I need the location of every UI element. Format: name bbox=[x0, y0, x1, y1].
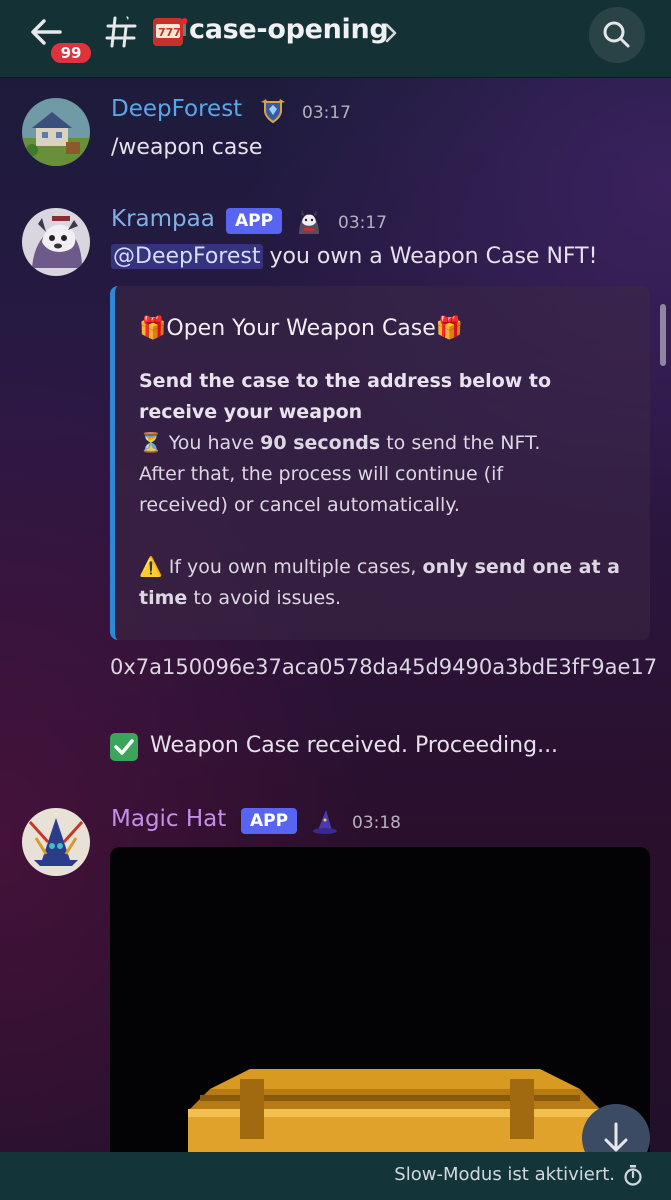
channel-header: 99 777 case-opening bbox=[0, 0, 671, 78]
avatar-deepforest[interactable] bbox=[22, 98, 90, 166]
weapon-case-embed: 🎁Open Your Weapon Case🎁 Send the case to… bbox=[110, 286, 650, 640]
slow-mode-bar: Slow-Modus ist aktiviert. bbox=[0, 1152, 671, 1200]
embed-timer-line: ⏳ You have 90 seconds to send the NFT. bbox=[139, 432, 541, 454]
avatar-magic-hat[interactable] bbox=[22, 808, 90, 876]
unread-badge: 99 bbox=[48, 40, 94, 66]
user-mention[interactable]: @DeepForest bbox=[111, 244, 263, 269]
app-tag: APP bbox=[241, 808, 298, 834]
message-text: @DeepForest you own a Weapon Case NFT! bbox=[111, 244, 598, 269]
check-icon bbox=[110, 733, 138, 761]
embed-instruction: Send the case to the address below to re… bbox=[139, 370, 552, 423]
app-tag: APP bbox=[226, 208, 283, 234]
weapon-case-image[interactable] bbox=[110, 847, 650, 1167]
embed-continue-line: After that, the process will continue (i… bbox=[139, 463, 504, 516]
search-icon bbox=[603, 21, 630, 48]
search-button[interactable] bbox=[589, 7, 645, 63]
channel-name[interactable]: case-opening bbox=[189, 14, 389, 45]
status-message: Weapon Case received. Proceeding... bbox=[150, 733, 559, 758]
username-krampaa[interactable]: Krampaa bbox=[111, 206, 215, 232]
scrollbar-thumb[interactable] bbox=[660, 304, 666, 366]
hash-icon bbox=[103, 14, 139, 50]
slow-mode-text: Slow-Modus ist aktiviert. bbox=[394, 1164, 615, 1185]
embed-title: 🎁Open Your Weapon Case🎁 bbox=[139, 316, 464, 341]
message-time: 03:17 bbox=[302, 103, 351, 123]
message-time: 03:18 bbox=[352, 813, 401, 833]
slot-machine-icon: 777 bbox=[150, 14, 188, 50]
svg-text:777: 777 bbox=[158, 26, 181, 39]
avatar-krampaa[interactable] bbox=[22, 208, 90, 276]
wizard-hat-icon bbox=[310, 806, 340, 836]
wallet-address: 0x7a150096e37aca0578da45d9490a3bdE3fF9ae… bbox=[110, 655, 658, 679]
embed-warning: ⚠️ If you own multiple cases, only send … bbox=[139, 556, 620, 609]
shield-badge-icon bbox=[258, 96, 288, 126]
username-deepforest[interactable]: DeepForest bbox=[111, 96, 242, 122]
username-magic-hat[interactable]: Magic Hat bbox=[111, 806, 226, 832]
timer-icon bbox=[623, 1164, 643, 1186]
message-time: 03:17 bbox=[338, 213, 387, 233]
message-text: /weapon case bbox=[111, 135, 263, 160]
husky-icon bbox=[294, 206, 324, 236]
chevron-right-icon[interactable] bbox=[382, 20, 400, 46]
